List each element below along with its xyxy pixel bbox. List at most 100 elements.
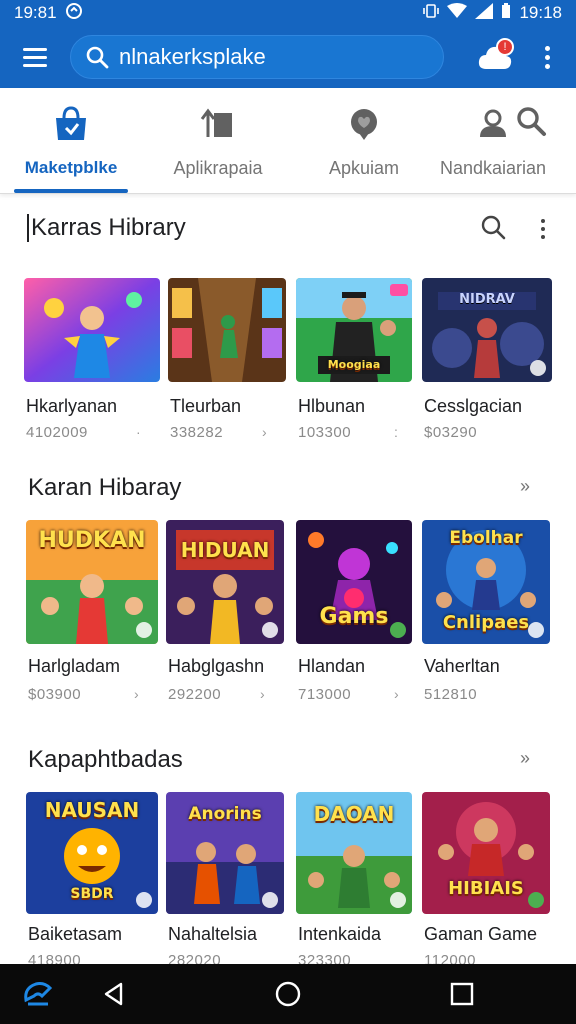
play-badge-icon — [528, 892, 544, 908]
card-chevron: › — [260, 686, 265, 702]
app-card[interactable]: HIBIAIS Gaman Game 112000 — [422, 792, 550, 969]
app-title: Tleurban — [170, 396, 242, 416]
art-caption: NAUSAN — [44, 798, 140, 822]
app-thumbnail: DAOAN — [296, 792, 412, 914]
app-card[interactable]: Anorins Nahaltelsia 282020 — [166, 792, 284, 969]
app-card[interactable]: Gams Hlandan 713000 › — [296, 520, 412, 703]
app-title: Hlbunan — [298, 396, 366, 416]
app-meta: 512810 — [424, 686, 478, 703]
app-title: Vaherltan — [424, 656, 500, 676]
notification-badge: ! — [496, 38, 514, 56]
app-title: Gaman Game — [424, 924, 538, 944]
app-card[interactable]: NAUSAN SBDR Baiketasam 418900 — [26, 792, 158, 969]
section-header: Karan Hibaray ›› — [0, 468, 576, 508]
card-chevron: › — [394, 686, 399, 702]
app-card[interactable]: Ebolhar Cnlipaes Vaherltan 512810 — [422, 520, 550, 703]
art-caption: NIDRAV — [459, 292, 515, 307]
section-title: Karan Hibaray — [28, 474, 182, 501]
play-badge-icon — [262, 892, 278, 908]
recents-icon[interactable] — [444, 976, 480, 1012]
assistant-icon[interactable] — [20, 976, 56, 1012]
section-header: Karras Hibrary — [0, 208, 576, 248]
tab-apps[interactable]: Aplikrapaia — [160, 88, 276, 194]
app-thumbnail: Gams — [296, 520, 412, 644]
art-caption: HUDKAN — [38, 528, 146, 553]
app-thumbnail: HIDUAN — [166, 520, 284, 644]
play-badge-icon — [136, 892, 152, 908]
tab-label: Apkuiam — [328, 158, 400, 178]
app-card[interactable]: DAOAN Intenkaida 323300 — [296, 792, 412, 969]
tab-label: Nandkaiarian — [439, 158, 547, 178]
card-chevron: : — [394, 424, 398, 440]
bag-icon — [51, 104, 91, 144]
app-thumbnail: NAUSAN SBDR — [26, 792, 158, 914]
app-meta: $03900 — [28, 686, 82, 703]
app-title: Cesslgacian — [424, 396, 523, 416]
art-caption: DAOAN — [313, 802, 395, 826]
search-bar[interactable] — [70, 35, 444, 79]
play-badge-icon — [262, 622, 278, 638]
tab-marketplace[interactable]: Maketpblke — [14, 88, 128, 194]
section-header: Kapaphtbadas ›› — [0, 740, 576, 780]
app-thumbnail: NIDRAV — [422, 278, 552, 382]
sync-icon — [65, 2, 83, 24]
app-title: Intenkaida — [298, 924, 382, 944]
tab-favorites[interactable]: Apkuiam — [312, 88, 416, 194]
app-thumbnail: HUDKAN — [26, 520, 158, 644]
app-thumbnail: Anorins — [166, 792, 284, 914]
section-title: Kapaphtbadas — [28, 746, 183, 773]
app-card[interactable]: Tleurban 338282 › — [168, 278, 286, 441]
app-meta: 4102009 — [26, 424, 88, 441]
tab-label: Aplikrapaia — [173, 158, 263, 178]
heart-icon — [344, 104, 384, 144]
app-title: Baiketasam — [28, 924, 123, 944]
play-badge-icon — [530, 360, 546, 376]
app-card[interactable]: NIDRAV Cesslgacian $03290 — [422, 278, 552, 441]
see-more-arrow-icon[interactable]: ›› — [520, 476, 530, 497]
app-meta: 713000 — [298, 686, 352, 703]
app-title: Hlandan — [298, 656, 366, 676]
app-card[interactable]: HUDKAN Harlgladam $03900 › — [26, 520, 158, 703]
hamburger-menu-icon[interactable] — [0, 26, 70, 88]
app-thumbnail — [24, 278, 160, 382]
active-tab-indicator — [14, 189, 128, 193]
overflow-menu-icon[interactable] — [536, 40, 558, 74]
app-thumbnail: HIBIAIS — [422, 792, 550, 914]
app-title: Hkarlyanan — [26, 396, 118, 416]
section-search-icon[interactable] — [480, 214, 506, 245]
app-title: Harlgladam — [28, 656, 121, 676]
art-caption: Moogiaa — [327, 358, 381, 371]
app-card[interactable]: Moogiaa Hlbunan 103300 : — [296, 278, 412, 441]
search-input[interactable] — [119, 44, 429, 70]
play-badge-icon — [528, 622, 544, 638]
person-icon — [473, 104, 513, 144]
search-icon — [86, 46, 109, 69]
app-card[interactable]: Hkarlyanan 4102009 · — [24, 278, 160, 441]
status-time-right: 19:18 — [519, 3, 562, 22]
card-chevron: · — [136, 424, 141, 440]
home-icon[interactable] — [270, 976, 306, 1012]
section-title: Karras Hibrary — [27, 214, 186, 242]
play-badge-icon — [136, 622, 152, 638]
system-navigation-bar — [0, 964, 576, 1024]
back-icon[interactable] — [96, 976, 132, 1012]
app-card[interactable]: HIDUAN Habglgashn 292200 › — [166, 520, 284, 703]
signal-icon — [475, 2, 494, 24]
see-more-arrow-icon[interactable]: ›› — [520, 748, 530, 769]
app-thumbnail: Ebolhar Cnlipaes — [422, 520, 550, 644]
tab-search-icon[interactable] — [514, 104, 548, 143]
section-more-icon[interactable] — [536, 216, 550, 242]
app-meta: 338282 — [170, 424, 224, 441]
app-meta: 103300 — [298, 424, 352, 441]
art-caption: Ebolhar — [449, 528, 523, 548]
battery-icon — [501, 2, 511, 24]
vibrate-icon — [423, 3, 440, 24]
status-bar: 19:81 19:18 — [0, 0, 576, 26]
tab-bar: Maketpblke Aplikrapaia Apkuiam Nandkaiar… — [0, 88, 576, 194]
notifications-button[interactable]: ! — [476, 38, 514, 76]
card-chevron: › — [262, 424, 267, 440]
app-meta: $03290 — [424, 424, 478, 441]
app-title: Habglgashn — [168, 656, 265, 676]
play-badge-icon — [390, 622, 406, 638]
card-chevron: › — [134, 686, 139, 702]
